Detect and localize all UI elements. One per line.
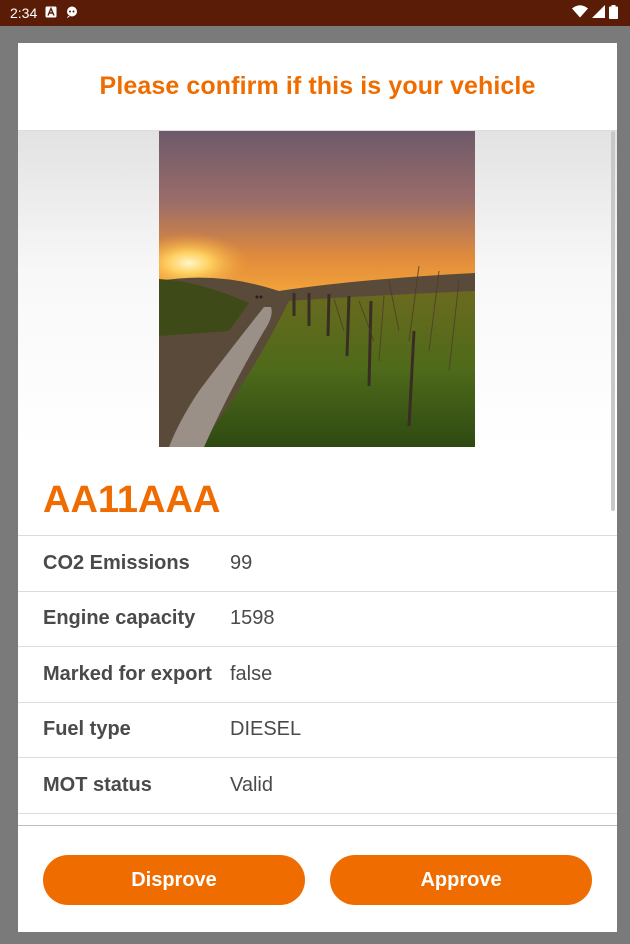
dialog-header: Please confirm if this is your vehicle: [18, 43, 617, 131]
detail-label: Fuel type: [43, 718, 131, 741]
a-notification-icon: [45, 5, 57, 21]
vehicle-photo: [159, 131, 475, 447]
detail-value: false: [230, 662, 273, 685]
detail-value: 99: [230, 551, 253, 574]
dialog-actions: Disprove Approve: [18, 825, 617, 932]
detail-row-engine-capacity: Engine capacity 1598: [18, 592, 617, 647]
disprove-button[interactable]: Disprove: [43, 855, 305, 905]
scroll-indicator[interactable]: [611, 131, 615, 511]
vehicle-image-area: [18, 131, 617, 511]
detail-label: CO2 Emissions: [43, 551, 190, 574]
approve-button[interactable]: Approve: [330, 855, 592, 905]
signal-icon: [592, 5, 605, 21]
detail-value: Valid: [230, 773, 273, 796]
vehicle-details-scroll[interactable]: AA11AAA CO2 Emissions 99 Engine capacity…: [18, 131, 617, 825]
status-time: 2:34: [10, 5, 38, 21]
dialog-title: Please confirm if this is your vehicle: [99, 72, 536, 100]
registration-number: AA11AAA: [18, 447, 617, 536]
detail-label: Engine capacity: [43, 607, 196, 630]
wifi-icon: [572, 5, 588, 21]
detail-label: Marked for export: [43, 662, 212, 685]
vehicle-confirm-dialog: Please confirm if this is your vehicle A…: [18, 43, 617, 932]
battery-icon: [609, 4, 618, 22]
detail-value: DIESEL: [230, 718, 302, 741]
detail-row-mot-status: MOT status Valid: [18, 758, 617, 814]
chat-notification-icon: [65, 5, 79, 21]
detail-row-fuel-type: Fuel type DIESEL: [18, 703, 617, 758]
detail-row-marked-for-export: Marked for export false: [18, 647, 617, 703]
detail-row-co2: CO2 Emissions 99: [18, 536, 617, 592]
detail-label: MOT status: [43, 773, 152, 796]
detail-value: 1598: [230, 607, 275, 630]
status-bar: 2:34: [0, 0, 630, 26]
